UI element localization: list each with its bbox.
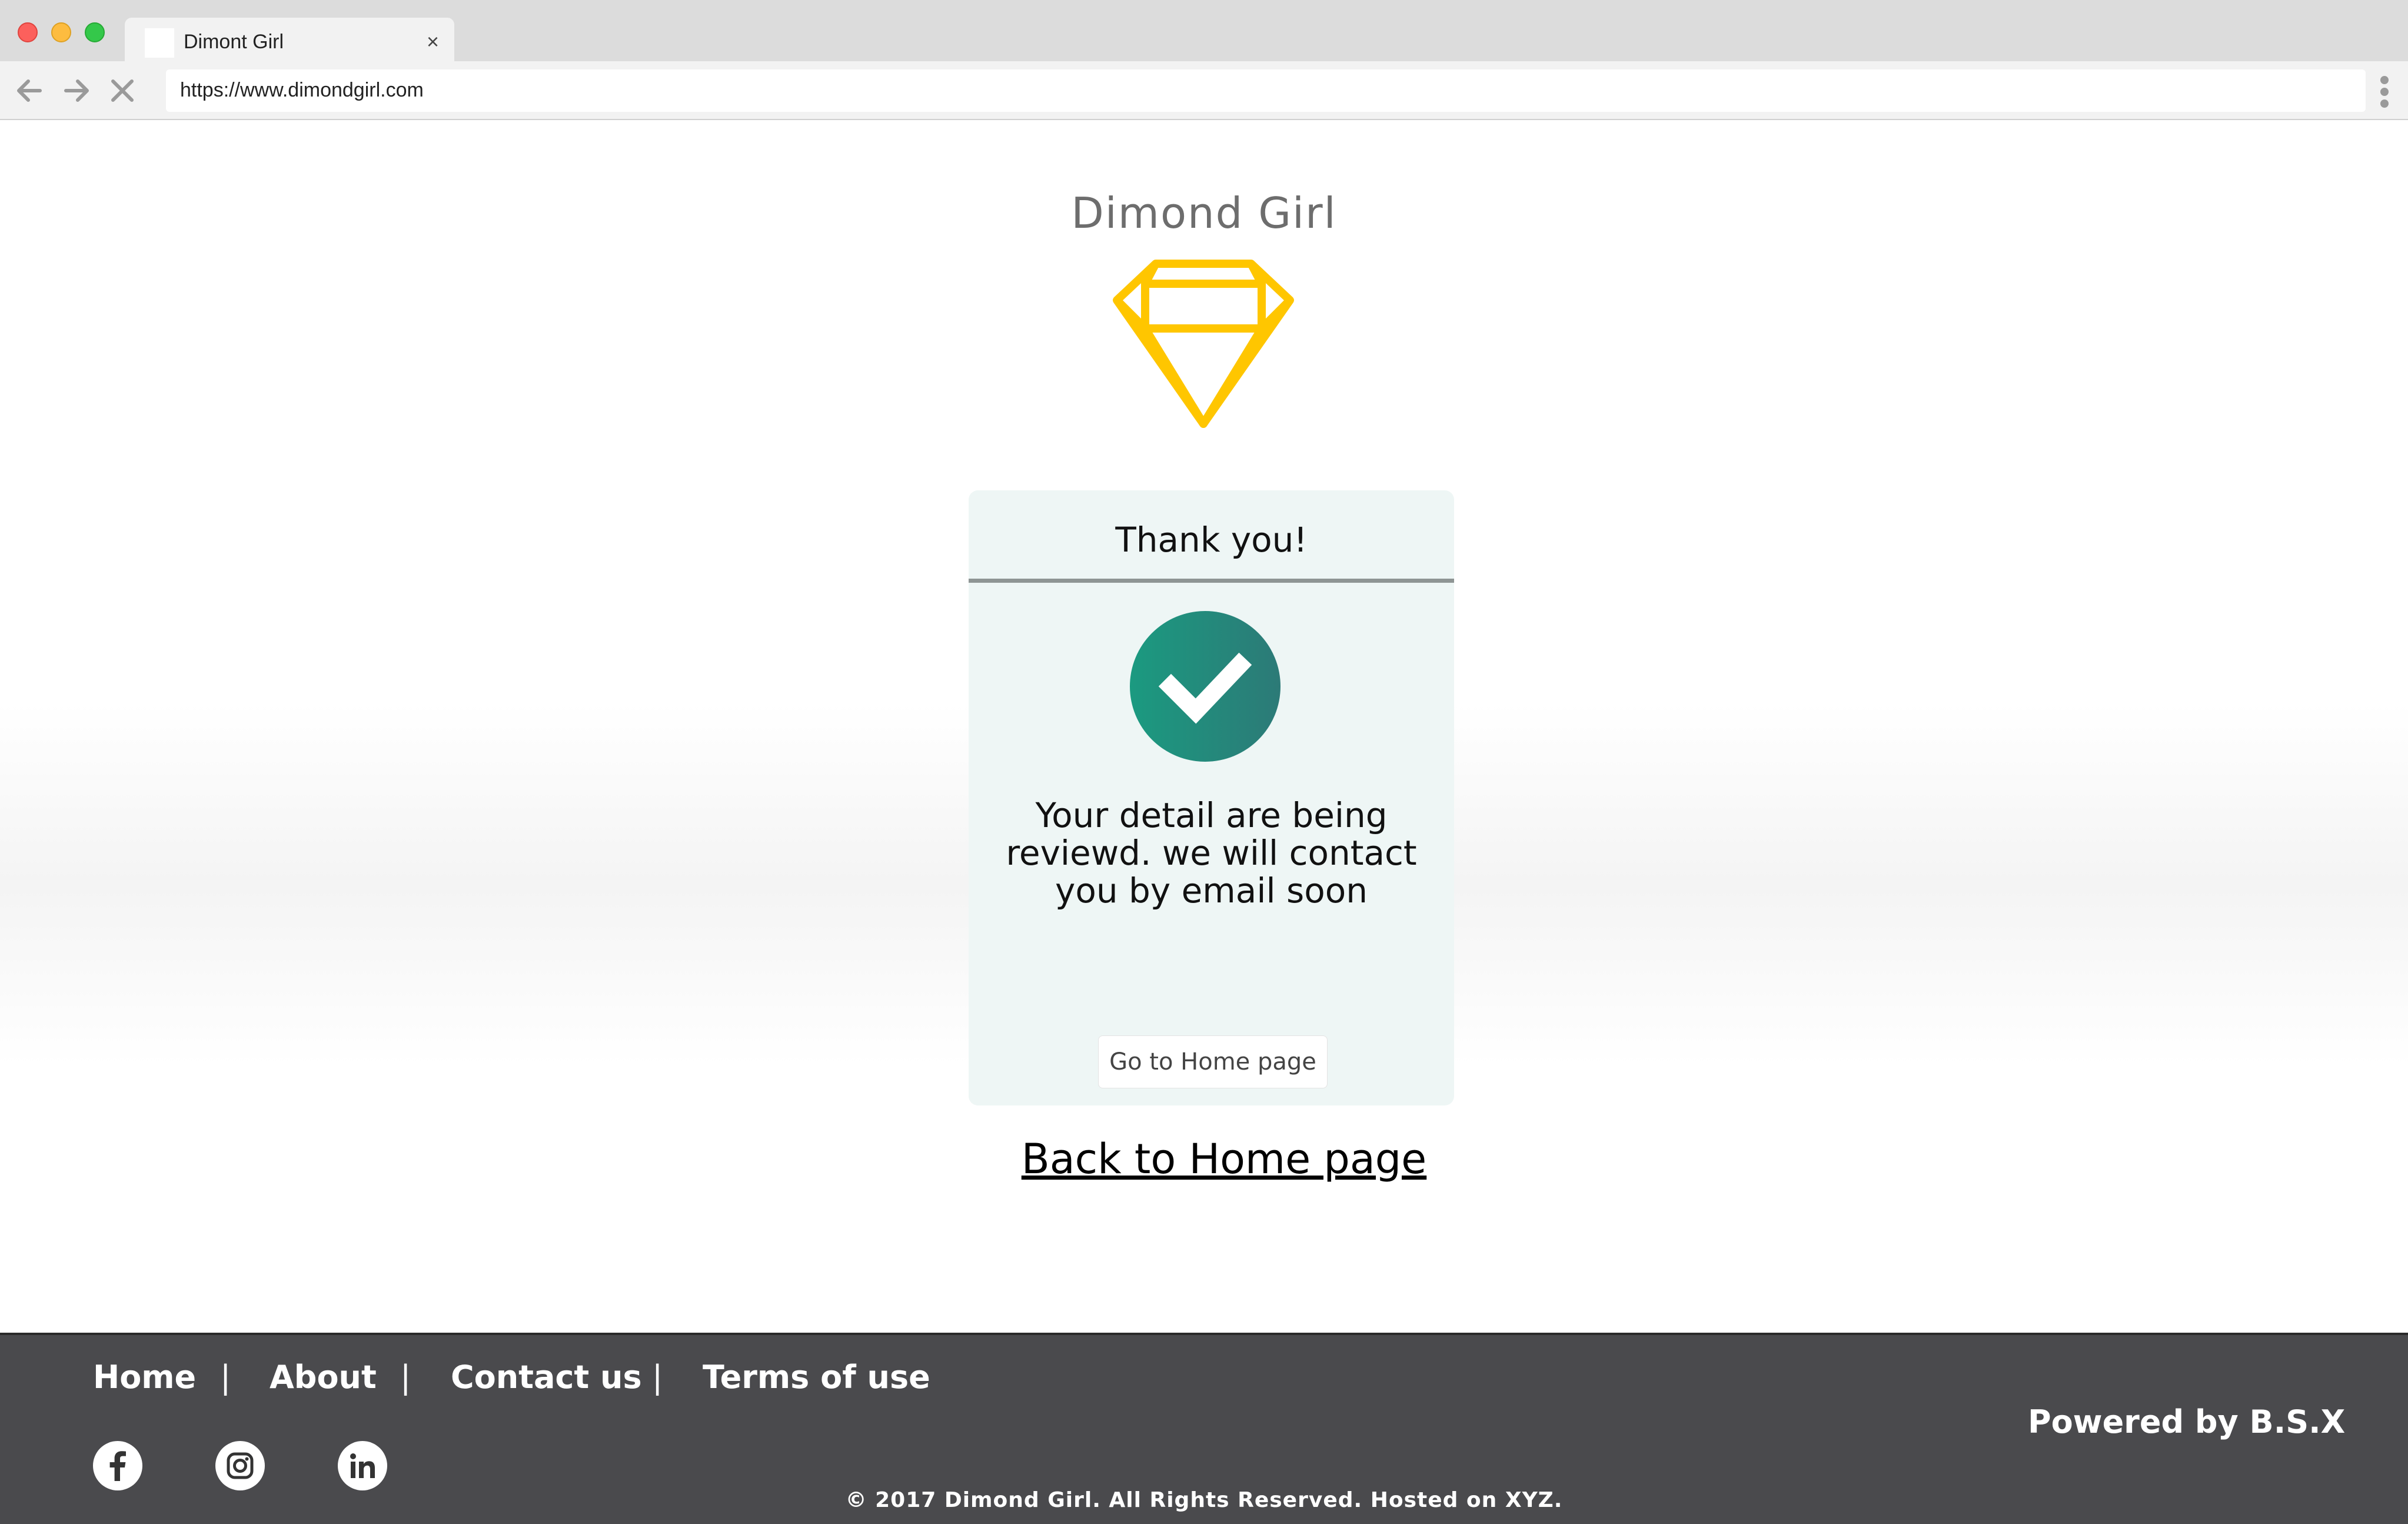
card-title: Thank you!	[1115, 520, 1308, 560]
instagram-icon[interactable]	[215, 1441, 265, 1490]
back-arrow-icon[interactable]	[13, 74, 46, 107]
confirmation-card: Thank you! Your detail are being reviewd…	[969, 490, 1454, 1105]
tab-title: Dimont Girl	[184, 31, 284, 53]
footer-link-contact[interactable]: Contact us	[451, 1359, 642, 1396]
footer-separator: |	[652, 1359, 663, 1396]
maximize-window-button[interactable]	[85, 22, 105, 42]
footer-link-about[interactable]: About	[270, 1359, 377, 1396]
browser-tab[interactable]: Dimont Girl ×	[125, 18, 454, 65]
card-header: Thank you!	[969, 490, 1454, 583]
footer: Home | About | Contact us | Terms of use…	[0, 1333, 2408, 1524]
url-text: https://www.dimondgirl.com	[180, 79, 424, 101]
close-window-button[interactable]	[18, 22, 38, 42]
forward-arrow-icon[interactable]	[60, 74, 93, 107]
copyright-text: © 2017 Dimond Girl. All Rights Reserved.…	[845, 1488, 1563, 1512]
footer-link-home[interactable]: Home	[93, 1359, 196, 1396]
facebook-icon[interactable]	[93, 1441, 142, 1490]
browser-toolbar: https://www.dimondgirl.com	[0, 61, 2408, 120]
confirmation-message: Your detail are being reviewd. we will c…	[1006, 795, 1417, 911]
back-to-home-link[interactable]: Back to Home page	[883, 1135, 1565, 1183]
success-check-icon	[1130, 611, 1281, 762]
browser-menu-icon[interactable]	[2379, 74, 2390, 109]
diamond-logo-icon	[1113, 260, 1294, 428]
browser-titlebar: Dimont Girl ×	[0, 0, 2408, 65]
minimize-window-button[interactable]	[51, 22, 71, 42]
go-home-button[interactable]: Go to Home page	[1098, 1035, 1328, 1088]
brand-title: Dimond Girl	[1071, 188, 1337, 238]
favicon-icon	[145, 28, 174, 58]
footer-link-terms[interactable]: Terms of use	[703, 1359, 930, 1396]
tab-close-icon[interactable]: ×	[427, 29, 439, 54]
address-bar[interactable]: https://www.dimondgirl.com	[166, 69, 2366, 112]
linkedin-icon[interactable]	[338, 1441, 387, 1490]
footer-separator: |	[220, 1359, 231, 1396]
stop-loading-icon[interactable]	[106, 74, 139, 107]
footer-separator: |	[400, 1359, 411, 1396]
powered-by-text: Powered by B.S.X	[2028, 1403, 2346, 1440]
